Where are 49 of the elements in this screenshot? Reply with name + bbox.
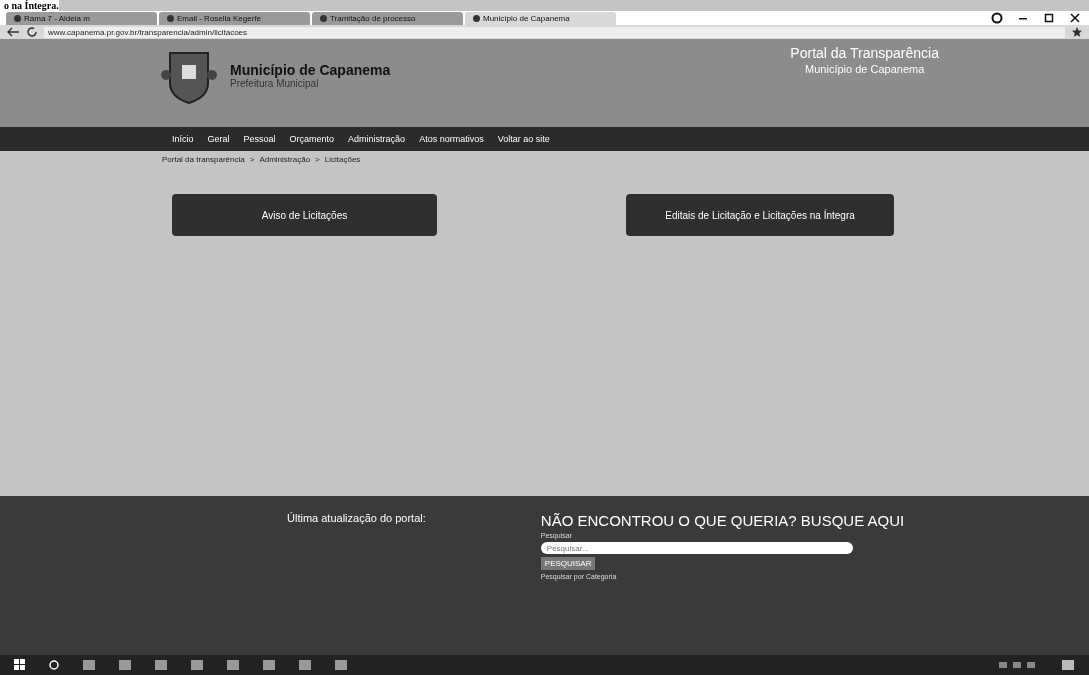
- link-button[interactable]: Aviso de Licitações: [172, 194, 437, 236]
- windows-start-icon[interactable]: [14, 659, 26, 671]
- profile-icon[interactable]: [991, 12, 1003, 24]
- reload-icon[interactable]: [26, 26, 38, 38]
- notification-icon[interactable]: [1061, 659, 1075, 671]
- nav-link[interactable]: Início: [172, 134, 194, 144]
- nav-link[interactable]: Administração: [348, 134, 406, 144]
- browser-tab[interactable]: Rama 7 - Aldeia m: [6, 12, 157, 25]
- search-icon[interactable]: [48, 659, 60, 671]
- taskbar-app-icon[interactable]: [226, 659, 240, 671]
- search-heading: NÃO ENCONTROU O QUE QUERIA? BUSQUE AQUI: [540, 512, 905, 529]
- link-button[interactable]: Editais de Licitação e Licitações na Íntegra: [626, 194, 894, 236]
- breadcrumb-link[interactable]: Administração: [259, 155, 311, 167]
- document-heading-fragment: o na Íntegra.: [0, 0, 59, 11]
- tab-favicon-icon: [14, 15, 21, 22]
- nav-link[interactable]: Pessoal: [243, 134, 276, 144]
- browser-tab[interactable]: Email - Rosella Kegerfe: [159, 12, 310, 25]
- star-icon[interactable]: [1071, 26, 1083, 38]
- search-button[interactable]: PESQUISAR: [540, 557, 596, 570]
- taskbar-app-icon[interactable]: [154, 659, 168, 671]
- taskbar-app-icon[interactable]: [334, 659, 348, 671]
- address-bar[interactable]: www.capanema.pr.gov.br/transparencia/admin/licitacoes: [44, 26, 1065, 38]
- taskbar-app-icon[interactable]: [262, 659, 276, 671]
- site-subtitle: Prefeitura Municipal: [230, 77, 320, 89]
- breadcrumb-separator: >: [315, 155, 320, 166]
- taskbar-app-icon[interactable]: [190, 659, 204, 671]
- breadcrumb-link[interactable]: Portal da transparência: [162, 155, 245, 167]
- breadcrumb-link[interactable]: Licitações: [324, 155, 361, 167]
- search-field[interactable]: Pesquisar...: [540, 542, 853, 554]
- browser-tab[interactable]: Município de Capanema: [465, 12, 616, 25]
- maximize-icon[interactable]: [1043, 12, 1055, 24]
- portal-subtitle: Município de Capanema: [804, 63, 926, 75]
- nav-link[interactable]: Orçamento: [289, 134, 335, 144]
- portal-title: Portal da Transparência: [790, 45, 939, 61]
- taskbar-app-icon[interactable]: [82, 659, 96, 671]
- browser-tab[interactable]: Tramitação de processo: [312, 12, 463, 25]
- tab-favicon-icon: [320, 15, 327, 22]
- nav-link[interactable]: Atos normativos: [419, 134, 484, 144]
- site-name: Município de Capanema: [230, 61, 391, 78]
- tab-favicon-icon: [167, 15, 174, 22]
- tab-favicon-icon: [473, 15, 480, 22]
- breadcrumb-separator: >: [249, 155, 255, 166]
- nav-link[interactable]: Geral: [207, 134, 230, 144]
- taskbar-app-icon[interactable]: [298, 659, 312, 671]
- taskbar-app-icon[interactable]: [118, 659, 132, 671]
- last-update-label: Última atualização do portal:: [287, 512, 426, 524]
- back-arrow-icon[interactable]: [6, 27, 20, 37]
- nav-link[interactable]: Voltar ao site: [497, 134, 550, 144]
- close-icon[interactable]: [1069, 12, 1081, 24]
